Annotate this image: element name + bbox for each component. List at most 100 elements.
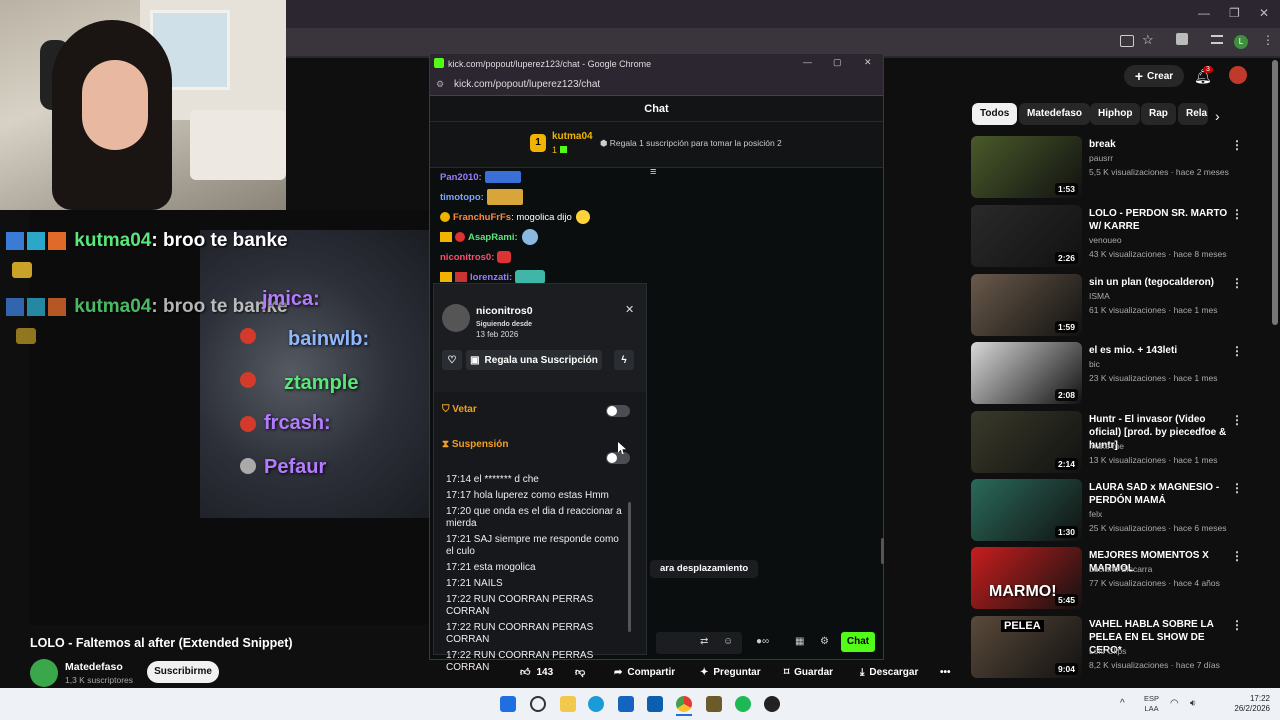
popup-minimize-icon[interactable]: — <box>803 57 812 67</box>
ban-toggle[interactable] <box>606 405 630 417</box>
channel-avatar[interactable] <box>30 659 58 687</box>
popup-close-icon[interactable]: ✕ <box>864 57 872 68</box>
video-thumbnail[interactable]: 1:59 <box>971 274 1082 336</box>
maximize-icon[interactable]: ❐ <box>1229 6 1240 20</box>
wifi-icon[interactable]: ◠ <box>1170 698 1179 709</box>
store-icon[interactable]: ▦ <box>795 636 804 647</box>
chip-rela[interactable]: Rela <box>1178 103 1208 125</box>
recommended-video[interactable]: 1:30 LAURA SAD x MAGNESIO - PERDÓN MAMÁ fe… <box>971 479 1243 545</box>
users-icon[interactable]: ●∞ <box>756 636 769 647</box>
popup-maximize-icon[interactable]: ▢ <box>833 57 842 68</box>
chat-scrollbar[interactable] <box>881 538 884 564</box>
chip-hiphop[interactable]: Hiphop <box>1090 103 1141 125</box>
rec-title[interactable]: sin un plan (tegocalderon) <box>1089 276 1229 289</box>
bookmark-star-icon[interactable]: ☆ <box>1142 32 1154 48</box>
edge-icon[interactable] <box>588 696 604 712</box>
more-options-icon[interactable]: ⋮ <box>1231 276 1243 290</box>
minecraft-icon[interactable] <box>706 696 722 712</box>
download-button[interactable]: ⤓ Descargar <box>860 662 918 682</box>
subscribe-button[interactable]: Suscribirme <box>147 661 219 683</box>
send-chat-button[interactable]: Chat <box>841 632 875 652</box>
spotify-icon[interactable] <box>735 696 751 712</box>
more-options-icon[interactable]: ⋮ <box>1231 413 1243 427</box>
ask-button[interactable]: ✦ Preguntar <box>700 662 761 682</box>
more-options-icon[interactable]: ⋮ <box>1231 344 1243 358</box>
start-icon[interactable] <box>500 696 516 712</box>
more-actions-button[interactable]: ••• <box>940 662 951 682</box>
video-thumbnail[interactable]: 2:14 <box>971 411 1082 473</box>
rec-channel[interactable]: Lolo Clips <box>1089 646 1126 656</box>
rec-channel[interactable]: ISMA <box>1089 291 1110 301</box>
emoji-picker-icon[interactable]: ☺ <box>723 636 733 647</box>
mod-action-button[interactable]: ϟ <box>614 350 634 370</box>
popup-url-bar[interactable]: ⚙ kick.com/popout/luperez123/chat <box>430 74 883 96</box>
reading-list-icon[interactable] <box>1211 35 1223 44</box>
rec-channel[interactable]: make me <box>1089 441 1124 451</box>
file-explorer-icon[interactable] <box>560 696 576 712</box>
channel-name[interactable]: Matedefaso <box>65 661 123 673</box>
gift-subscription-button[interactable]: ▣ Regala una Suscripción <box>466 350 602 370</box>
dislike-button[interactable]: 👎︎ <box>575 662 585 682</box>
rec-title[interactable]: LOLO - PERDON SR. MARTO W/ KARRE <box>1089 207 1229 233</box>
more-options-icon[interactable]: ⋮ <box>1231 138 1243 152</box>
recommended-video[interactable]: 2:08 el es mio. + 143leti bic 23 K visualiz… <box>971 342 1243 408</box>
recommended-video[interactable]: 2:14 Huntr - El invasor (Video oficial) [… <box>971 411 1243 477</box>
recommended-video[interactable]: 1:59 sin un plan (tegocalderon) ISMA 61 K v… <box>971 274 1243 340</box>
volume-icon[interactable]: 🔉︎ <box>1190 698 1196 709</box>
log-scrollbar[interactable] <box>628 502 631 632</box>
video-thumbnail[interactable]: 2:08 <box>971 342 1082 404</box>
video-thumbnail[interactable]: 5:45 MARMO! <box>971 547 1082 609</box>
more-options-icon[interactable]: ⋮ <box>1231 207 1243 221</box>
clock[interactable]: 17:22 26/2/2026 <box>1226 694 1270 714</box>
close-icon[interactable]: ✕ <box>625 303 634 316</box>
timeout-toggle[interactable] <box>606 452 630 464</box>
profile-avatar[interactable]: L <box>1234 35 1248 49</box>
search-icon[interactable] <box>530 696 546 712</box>
rec-title[interactable]: break <box>1089 138 1229 151</box>
close-window-icon[interactable]: ✕ <box>1259 6 1269 20</box>
save-button[interactable]: ⌑ Guardar <box>784 662 833 682</box>
browser-menu-icon[interactable]: ⋮ <box>1262 33 1274 47</box>
gift-leaderboard[interactable]: 1 kutma04 1 ⬢ Regala 1 suscripción para … <box>430 122 883 168</box>
favorite-heart-button[interactable]: ♡ <box>442 350 462 370</box>
filter-icon[interactable]: ≡ <box>650 166 656 178</box>
rec-title[interactable]: el es mio. + 143leti <box>1089 344 1229 357</box>
rec-channel[interactable]: venoueo <box>1089 235 1122 245</box>
recommended-video[interactable]: 5:45 MARMO! MEJORES MOMENTOS X MARMOL Lucia… <box>971 547 1243 613</box>
video-thumbnail[interactable]: 1:53 <box>971 136 1082 198</box>
account-avatar[interactable] <box>1229 66 1247 84</box>
video-thumbnail[interactable]: 9:04 PELEA <box>971 616 1082 678</box>
rec-channel[interactable]: pausrr <box>1089 153 1113 163</box>
chip-matedefaso[interactable]: Matedefaso <box>1019 103 1091 125</box>
language-indicator[interactable]: ESP LAA <box>1144 694 1159 714</box>
rec-title[interactable]: LAURA SAD x MAGNESIO - PERDÓN MAMÁ <box>1089 481 1229 507</box>
chrome-icon[interactable] <box>676 696 692 712</box>
minimize-icon[interactable]: — <box>1198 6 1210 20</box>
share-button[interactable]: ➦ Compartir <box>614 662 675 682</box>
outlook-icon[interactable] <box>647 696 663 712</box>
rec-channel[interactable]: felx <box>1089 509 1102 519</box>
translate-icon[interactable]: ⇄ <box>700 636 708 647</box>
video-thumbnail[interactable]: 2:26 <box>971 205 1082 267</box>
recommended-video[interactable]: 9:04 PELEA VAHEL HABLA SOBRE LA PELEA EN E… <box>971 616 1243 682</box>
cast-icon[interactable] <box>1120 35 1134 47</box>
more-options-icon[interactable]: ⋮ <box>1231 549 1243 563</box>
rec-channel[interactable]: bic <box>1089 359 1100 369</box>
rec-channel[interactable]: Luciano Biscarra <box>1089 564 1152 574</box>
tray-chevron-icon[interactable]: ^ <box>1120 698 1125 709</box>
extensions-icon[interactable] <box>1176 33 1188 45</box>
more-options-icon[interactable]: ⋮ <box>1231 618 1243 632</box>
site-info-icon[interactable]: ⚙ <box>436 79 444 90</box>
app-icon[interactable] <box>764 696 780 712</box>
scroll-paused-hint[interactable]: ara desplazamiento <box>650 560 759 578</box>
more-options-icon[interactable]: ⋮ <box>1231 481 1243 495</box>
calculator-icon[interactable] <box>618 696 634 712</box>
chip-all[interactable]: Todos <box>972 103 1018 125</box>
recommended-video[interactable]: 1:53 break pausrr 5,5 K visualizaciones · h… <box>971 136 1243 202</box>
video-thumbnail[interactable]: 1:30 <box>971 479 1082 541</box>
create-button[interactable]: + Crear <box>1124 65 1184 87</box>
chevron-right-icon[interactable]: › <box>1215 108 1220 124</box>
like-button[interactable]: 👍︎ 143 <box>520 662 553 682</box>
page-scrollbar[interactable] <box>1272 60 1278 325</box>
settings-gear-icon[interactable]: ⚙ <box>820 636 829 647</box>
